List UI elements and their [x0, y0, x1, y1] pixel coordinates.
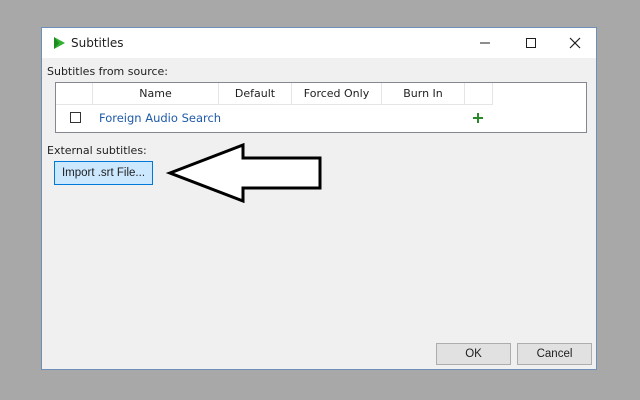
left-arrow-annotation	[166, 143, 322, 203]
close-button[interactable]	[552, 28, 598, 58]
close-icon	[569, 37, 581, 49]
grid-header: Name Default Forced Only Burn In	[56, 83, 586, 105]
column-header-name[interactable]: Name	[93, 83, 219, 105]
ok-button[interactable]: OK	[436, 343, 511, 365]
source-subtitles-grid: Name Default Forced Only Burn In Foreign…	[55, 82, 587, 133]
play-logo-icon	[54, 37, 65, 49]
row-select-checkbox[interactable]	[70, 112, 81, 123]
minimize-button[interactable]	[462, 28, 508, 58]
import-srt-button[interactable]: Import .srt File...	[54, 161, 153, 185]
column-header-default[interactable]: Default	[219, 83, 292, 105]
column-header-select	[56, 83, 93, 105]
table-row[interactable]: Foreign Audio Search	[56, 107, 586, 129]
minimize-icon	[480, 42, 490, 44]
cancel-button[interactable]: Cancel	[517, 343, 592, 365]
column-header-forced-only[interactable]: Forced Only	[292, 83, 382, 105]
plus-icon[interactable]	[470, 110, 486, 126]
column-header-burn-in[interactable]: Burn In	[382, 83, 465, 105]
row-name: Foreign Audio Search	[99, 111, 222, 125]
external-subtitles-label: External subtitles:	[47, 144, 147, 157]
column-header-add	[465, 83, 493, 105]
subtitles-dialog: Subtitles Subtitles from source: Name De…	[41, 27, 597, 370]
title-bar[interactable]: Subtitles	[42, 28, 596, 58]
window-title: Subtitles	[71, 36, 124, 50]
source-subtitles-label: Subtitles from source:	[47, 65, 168, 78]
maximize-button[interactable]	[508, 28, 554, 58]
maximize-icon	[526, 38, 536, 48]
